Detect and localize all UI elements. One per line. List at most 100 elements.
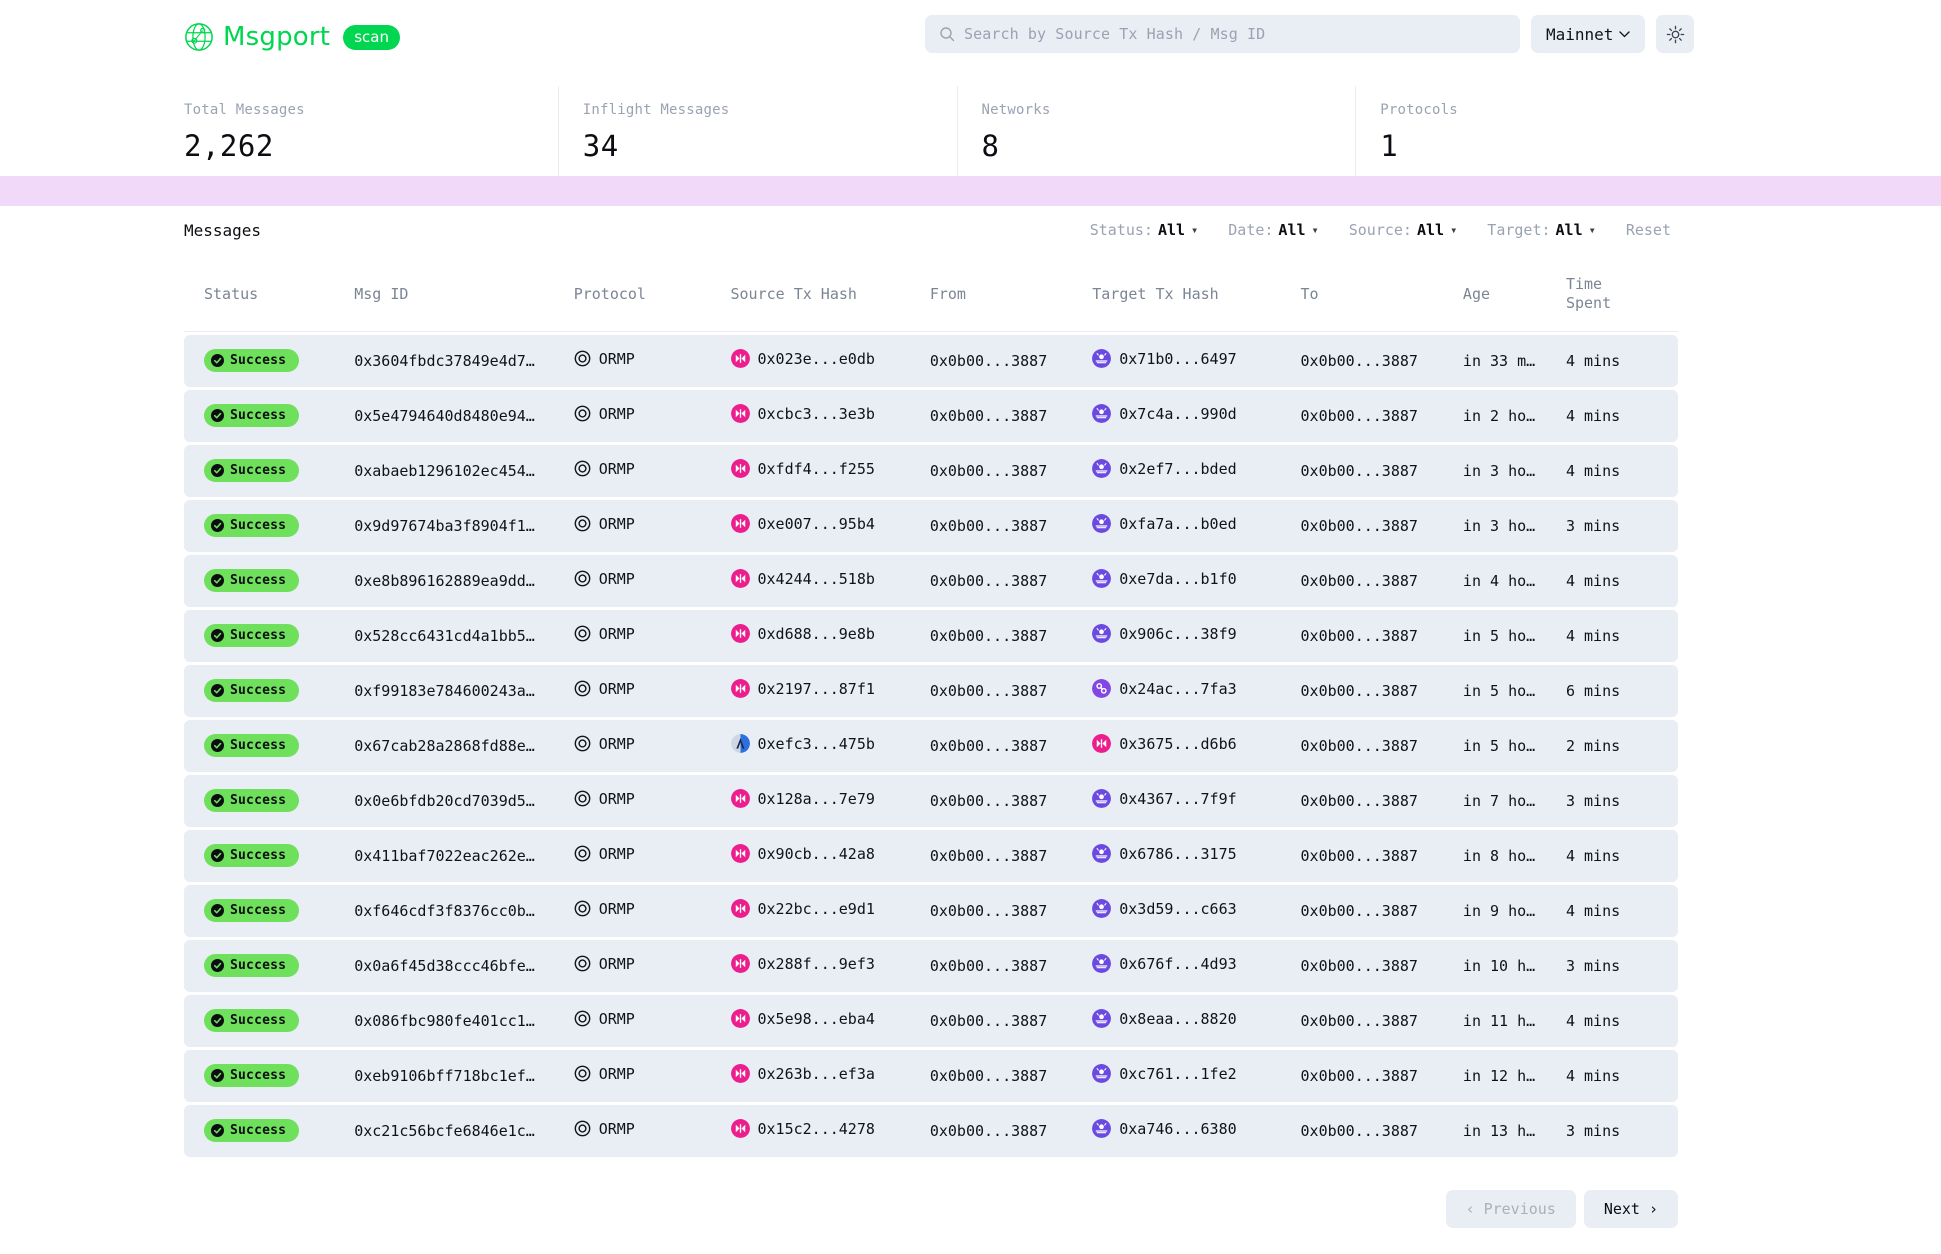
source-tx-link[interactable]: 0x15c2...4278 [731, 1119, 875, 1138]
cell-from[interactable]: 0x0b00...3887 [930, 1050, 1092, 1102]
cell-target-tx-hash[interactable]: 0x676f...4d93 [1092, 940, 1300, 992]
cell-target-tx-hash[interactable]: 0x3d59...c663 [1092, 885, 1300, 937]
cell-to[interactable]: 0x0b00...3887 [1301, 610, 1463, 662]
table-row[interactable]: Success0xeb9106bff718bc1ef…ORMP0x263b...… [184, 1050, 1678, 1102]
source-tx-link[interactable]: 0x2197...87f1 [731, 679, 875, 698]
cell-from[interactable]: 0x0b00...3887 [930, 830, 1092, 882]
table-row[interactable]: Success0x5e4794640d8480e94…ORMP0xcbc3...… [184, 390, 1678, 442]
cell-target-tx-hash[interactable]: 0x8eaa...8820 [1092, 995, 1300, 1047]
table-row[interactable]: Success0xf646cdf3f8376cc0b…ORMP0x22bc...… [184, 885, 1678, 937]
cell-from[interactable]: 0x0b00...3887 [930, 995, 1092, 1047]
logo[interactable]: Msgport scan [184, 22, 400, 52]
cell-source-tx-hash[interactable]: 0x2197...87f1 [731, 665, 930, 717]
cell-source-tx-hash[interactable]: 0xcbc3...3e3b [731, 390, 930, 442]
cell-to[interactable]: 0x0b00...3887 [1301, 885, 1463, 937]
cell-to[interactable]: 0x0b00...3887 [1301, 1050, 1463, 1102]
filter-target[interactable]: Target: All ▾ [1487, 221, 1596, 239]
cell-source-tx-hash[interactable]: 0xefc3...475b [731, 720, 930, 772]
cell-to[interactable]: 0x0b00...3887 [1301, 830, 1463, 882]
cell-to[interactable]: 0x0b00...3887 [1301, 665, 1463, 717]
table-row[interactable]: Success0x0e6bfdb20cd7039d5…ORMP0x128a...… [184, 775, 1678, 827]
table-row[interactable]: Success0xe8b896162889ea9dd…ORMP0x4244...… [184, 555, 1678, 607]
table-row[interactable]: Success0x086fbc980fe401cc1…ORMP0x5e98...… [184, 995, 1678, 1047]
cell-source-tx-hash[interactable]: 0x5e98...eba4 [731, 995, 930, 1047]
cell-from[interactable]: 0x0b00...3887 [930, 445, 1092, 497]
cell-source-tx-hash[interactable]: 0x263b...ef3a [731, 1050, 930, 1102]
cell-target-tx-hash[interactable]: 0xc761...1fe2 [1092, 1050, 1300, 1102]
cell-msg-id[interactable]: 0x528cc6431cd4a1bb5… [354, 610, 574, 662]
cell-source-tx-hash[interactable]: 0x128a...7e79 [731, 775, 930, 827]
reset-filters-button[interactable]: Reset [1626, 221, 1671, 239]
cell-from[interactable]: 0x0b00...3887 [930, 500, 1092, 552]
cell-msg-id[interactable]: 0xe8b896162889ea9dd… [354, 555, 574, 607]
cell-from[interactable]: 0x0b00...3887 [930, 940, 1092, 992]
cell-source-tx-hash[interactable]: 0x90cb...42a8 [731, 830, 930, 882]
network-selector[interactable]: Mainnet [1531, 15, 1645, 53]
source-tx-link[interactable]: 0x90cb...42a8 [731, 844, 875, 863]
target-tx-link[interactable]: 0x7c4a...990d [1092, 404, 1236, 423]
table-row[interactable]: Success0xabaeb1296102ec454…ORMP0xfdf4...… [184, 445, 1678, 497]
cell-msg-id[interactable]: 0xc21c56bcfe6846e1c… [354, 1105, 574, 1157]
cell-msg-id[interactable]: 0x0e6bfdb20cd7039d5… [354, 775, 574, 827]
source-tx-link[interactable]: 0xd688...9e8b [731, 624, 875, 643]
table-row[interactable]: Success0x67cab28a2868fd88e…ORMP0xefc3...… [184, 720, 1678, 772]
cell-source-tx-hash[interactable]: 0x15c2...4278 [731, 1105, 930, 1157]
cell-from[interactable]: 0x0b00...3887 [930, 1105, 1092, 1157]
table-row[interactable]: Success0x0a6f45d38ccc46bfe…ORMP0x288f...… [184, 940, 1678, 992]
target-tx-link[interactable]: 0xe7da...b1f0 [1092, 569, 1236, 588]
cell-source-tx-hash[interactable]: 0x023e...e0db [731, 335, 930, 387]
target-tx-link[interactable]: 0x4367...7f9f [1092, 789, 1236, 808]
table-row[interactable]: Success0x9d97674ba3f8904f1…ORMP0xe007...… [184, 500, 1678, 552]
cell-from[interactable]: 0x0b00...3887 [930, 775, 1092, 827]
cell-msg-id[interactable]: 0x9d97674ba3f8904f1… [354, 500, 574, 552]
cell-source-tx-hash[interactable]: 0x22bc...e9d1 [731, 885, 930, 937]
cell-from[interactable]: 0x0b00...3887 [930, 665, 1092, 717]
filter-date[interactable]: Date: All ▾ [1228, 221, 1318, 239]
cell-from[interactable]: 0x0b00...3887 [930, 885, 1092, 937]
cell-to[interactable]: 0x0b00...3887 [1301, 775, 1463, 827]
cell-target-tx-hash[interactable]: 0xfa7a...b0ed [1092, 500, 1300, 552]
cell-from[interactable]: 0x0b00...3887 [930, 610, 1092, 662]
target-tx-link[interactable]: 0xfa7a...b0ed [1092, 514, 1236, 533]
cell-msg-id[interactable]: 0xf646cdf3f8376cc0b… [354, 885, 574, 937]
filter-status[interactable]: Status: All ▾ [1090, 221, 1199, 239]
cell-target-tx-hash[interactable]: 0x6786...3175 [1092, 830, 1300, 882]
cell-msg-id[interactable]: 0xabaeb1296102ec454… [354, 445, 574, 497]
source-tx-link[interactable]: 0x023e...e0db [731, 349, 875, 368]
target-tx-link[interactable]: 0x6786...3175 [1092, 844, 1236, 863]
previous-page-button[interactable]: ‹ Previous [1446, 1190, 1576, 1228]
cell-to[interactable]: 0x0b00...3887 [1301, 940, 1463, 992]
target-tx-link[interactable]: 0x71b0...6497 [1092, 349, 1236, 368]
cell-target-tx-hash[interactable]: 0x3675...d6b6 [1092, 720, 1300, 772]
cell-to[interactable]: 0x0b00...3887 [1301, 720, 1463, 772]
cell-msg-id[interactable]: 0x5e4794640d8480e94… [354, 390, 574, 442]
cell-target-tx-hash[interactable]: 0x24ac...7fa3 [1092, 665, 1300, 717]
source-tx-link[interactable]: 0xfdf4...f255 [731, 459, 875, 478]
cell-from[interactable]: 0x0b00...3887 [930, 720, 1092, 772]
cell-to[interactable]: 0x0b00...3887 [1301, 390, 1463, 442]
cell-to[interactable]: 0x0b00...3887 [1301, 555, 1463, 607]
cell-from[interactable]: 0x0b00...3887 [930, 555, 1092, 607]
source-tx-link[interactable]: 0x5e98...eba4 [731, 1009, 875, 1028]
cell-to[interactable]: 0x0b00...3887 [1301, 335, 1463, 387]
table-row[interactable]: Success0xf99183e784600243a…ORMP0x2197...… [184, 665, 1678, 717]
theme-toggle-button[interactable] [1656, 15, 1694, 53]
table-row[interactable]: Success0x411baf7022eac262e…ORMP0x90cb...… [184, 830, 1678, 882]
source-tx-link[interactable]: 0xefc3...475b [731, 734, 875, 753]
cell-target-tx-hash[interactable]: 0x906c...38f9 [1092, 610, 1300, 662]
source-tx-link[interactable]: 0xe007...95b4 [731, 514, 875, 533]
search-input[interactable]: Search by Source Tx Hash / Msg ID [925, 15, 1520, 53]
source-tx-link[interactable]: 0x128a...7e79 [731, 789, 875, 808]
target-tx-link[interactable]: 0x8eaa...8820 [1092, 1009, 1236, 1028]
cell-source-tx-hash[interactable]: 0xfdf4...f255 [731, 445, 930, 497]
cell-target-tx-hash[interactable]: 0x2ef7...bded [1092, 445, 1300, 497]
cell-to[interactable]: 0x0b00...3887 [1301, 445, 1463, 497]
cell-target-tx-hash[interactable]: 0xe7da...b1f0 [1092, 555, 1300, 607]
cell-msg-id[interactable]: 0x67cab28a2868fd88e… [354, 720, 574, 772]
cell-target-tx-hash[interactable]: 0x71b0...6497 [1092, 335, 1300, 387]
target-tx-link[interactable]: 0x24ac...7fa3 [1092, 679, 1236, 698]
cell-source-tx-hash[interactable]: 0xd688...9e8b [731, 610, 930, 662]
filter-source[interactable]: Source: All ▾ [1349, 221, 1458, 239]
cell-target-tx-hash[interactable]: 0x7c4a...990d [1092, 390, 1300, 442]
target-tx-link[interactable]: 0x3675...d6b6 [1092, 734, 1236, 753]
